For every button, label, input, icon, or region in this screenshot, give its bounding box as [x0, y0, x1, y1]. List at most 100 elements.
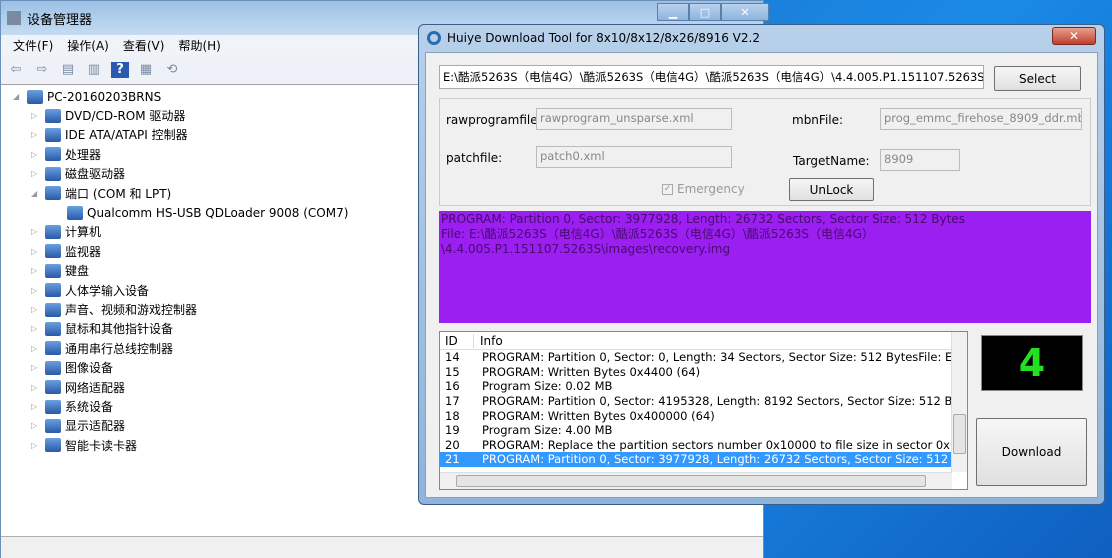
- close-button[interactable]: ✕: [1052, 27, 1096, 45]
- menu-view[interactable]: 查看(V): [123, 37, 165, 54]
- row-id: 14: [445, 350, 460, 365]
- table-row[interactable]: 19 Program Size: 4.00 MB: [440, 423, 952, 438]
- expand-arrow-icon[interactable]: ▷: [31, 111, 41, 120]
- device-category-icon: [45, 224, 61, 239]
- vertical-scrollbar[interactable]: [951, 332, 967, 472]
- expand-arrow-icon[interactable]: ▷: [31, 421, 41, 430]
- view-icon[interactable]: ▦: [137, 62, 155, 78]
- tree-root[interactable]: ◢ PC-20160203BRNS: [13, 87, 161, 106]
- expand-arrow-icon[interactable]: ▷: [31, 227, 41, 236]
- device-category-icon: [45, 302, 61, 317]
- device-category-icon: [45, 108, 61, 123]
- row-info: PROGRAM: Written Bytes 0x400000 (64): [482, 408, 715, 423]
- tree-item-label: 端口 (COM 和 LPT): [65, 186, 172, 201]
- tree-item[interactable]: ▷ 图像设备: [31, 358, 113, 377]
- tree-item[interactable]: ▷ 键盘: [31, 261, 89, 280]
- table-row[interactable]: 14 PROGRAM: Partition 0, Sector: 0, Lengt…: [440, 350, 952, 365]
- scrollbar-thumb[interactable]: [953, 414, 966, 454]
- tree-item[interactable]: ▷ 监视器: [31, 242, 101, 261]
- forward-icon[interactable]: ⇨: [33, 62, 51, 78]
- tree-item[interactable]: ▷ 系统设备: [31, 397, 113, 416]
- expand-arrow-icon[interactable]: ▷: [31, 130, 41, 139]
- tree-item-qualcomm-port[interactable]: Qualcomm HS-USB QDLoader 9008 (COM7): [53, 203, 348, 222]
- close-button[interactable]: ✕: [721, 3, 769, 21]
- tree-item[interactable]: ▷ 人体学输入设备: [31, 281, 149, 300]
- tree-item-label: 声音、视频和游戏控制器: [65, 303, 198, 317]
- expand-arrow-icon[interactable]: ▷: [31, 247, 41, 256]
- table-row[interactable]: 16 Program Size: 0.02 MB: [440, 379, 952, 394]
- tree-item[interactable]: ▷ 通用串行总线控制器: [31, 339, 173, 358]
- tree-item-label: Qualcomm HS-USB QDLoader 9008 (COM7): [87, 205, 349, 220]
- help-icon[interactable]: ?: [111, 61, 129, 78]
- rawprogram-field[interactable]: rawprogram_unsparse.xml: [536, 108, 732, 130]
- tree-item-label: 计算机: [65, 225, 102, 240]
- expand-arrow-icon[interactable]: ▷: [31, 169, 41, 178]
- device-category-icon: [45, 321, 61, 336]
- tree-item[interactable]: ▷ 智能卡读卡器: [31, 436, 137, 455]
- minimize-button[interactable]: ▁: [657, 3, 689, 21]
- path-input[interactable]: E:\酷派5263S（电信4G）\酷派5263S（电信4G）\酷派5263S（电…: [439, 65, 984, 89]
- row-id: 21: [445, 452, 460, 467]
- device-category-icon: [45, 263, 61, 278]
- expand-arrow-icon[interactable]: ▷: [31, 266, 41, 275]
- collapse-arrow-icon[interactable]: ◢: [13, 92, 23, 101]
- expand-arrow-icon[interactable]: ▷: [31, 150, 41, 159]
- expand-arrow-icon[interactable]: ▷: [31, 383, 41, 392]
- table-row[interactable]: 20 PROGRAM: Replace the partition sectors…: [440, 438, 952, 453]
- horizontal-scrollbar[interactable]: [440, 472, 952, 489]
- column-info[interactable]: Info: [474, 334, 503, 348]
- targetname-field[interactable]: 8909: [880, 149, 960, 171]
- expand-arrow-icon[interactable]: ▷: [31, 441, 41, 450]
- export-icon[interactable]: ▥: [85, 62, 103, 78]
- list-header: ID Info: [440, 332, 967, 350]
- row-id: 18: [445, 408, 460, 423]
- table-row[interactable]: 15 PROGRAM: Written Bytes 0x4400 (64): [440, 365, 952, 380]
- tree-item[interactable]: ▷ 显示适配器: [31, 416, 125, 435]
- device-category-icon: [45, 166, 61, 181]
- log-list[interactable]: ID Info 14 PROGRAM: Partition 0, Sector: …: [439, 331, 968, 490]
- table-row[interactable]: 18 PROGRAM: Written Bytes 0x400000 (64): [440, 408, 952, 423]
- tree-item[interactable]: ▷ 处理器: [31, 145, 101, 164]
- tree-item[interactable]: ▷ DVD/CD-ROM 驱动器: [31, 106, 185, 125]
- expand-arrow-icon[interactable]: ▷: [31, 305, 41, 314]
- menu-file[interactable]: 文件(F): [13, 37, 53, 54]
- scan-hardware-icon[interactable]: ⟲: [163, 62, 181, 78]
- expand-arrow-icon[interactable]: ▷: [31, 344, 41, 353]
- device-category-icon: [45, 147, 61, 162]
- device-category-icon: [27, 89, 43, 104]
- expand-arrow-icon[interactable]: ▷: [31, 363, 41, 372]
- emergency-checkbox[interactable]: ✓ Emergency: [662, 182, 745, 196]
- tree-item[interactable]: ▷ 计算机: [31, 222, 101, 241]
- select-button[interactable]: Select: [994, 66, 1081, 91]
- table-row[interactable]: 17 PROGRAM: Partition 0, Sector: 4195328,…: [440, 394, 952, 409]
- tree-item[interactable]: ◢ 端口 (COM 和 LPT): [31, 184, 171, 203]
- scrollbar-thumb[interactable]: [456, 475, 926, 487]
- menu-action[interactable]: 操作(A): [67, 37, 109, 54]
- rawprogram-label: rawprogramfile:: [446, 113, 542, 127]
- status-line: PROGRAM: Partition 0, Sector: 3977928, L…: [441, 212, 965, 226]
- properties-icon[interactable]: ▤: [59, 62, 77, 78]
- tree-item[interactable]: ▷ 鼠标和其他指针设备: [31, 319, 173, 338]
- unlock-button[interactable]: UnLock: [789, 178, 874, 201]
- tool-titlebar[interactable]: Huiye Download Tool for 8x10/8x12/8x26/8…: [419, 25, 1104, 51]
- maximize-button[interactable]: □: [689, 3, 721, 21]
- mbnfile-field[interactable]: prog_emmc_firehose_8909_ddr.mbn: [880, 108, 1082, 130]
- device-category-icon: [67, 205, 83, 220]
- patchfile-field[interactable]: patch0.xml: [536, 146, 732, 168]
- expand-arrow-icon[interactable]: ▷: [31, 402, 41, 411]
- column-id[interactable]: ID: [440, 333, 474, 348]
- download-button[interactable]: Download: [976, 418, 1087, 486]
- tree-item[interactable]: ▷ 网络适配器: [31, 378, 125, 397]
- expand-arrow-icon[interactable]: ▷: [31, 286, 41, 295]
- device-category-icon: [45, 418, 61, 433]
- collapse-arrow-icon[interactable]: ◢: [31, 189, 41, 198]
- menu-help[interactable]: 帮助(H): [178, 37, 220, 54]
- back-icon[interactable]: ⇦: [7, 62, 25, 78]
- table-row[interactable]: 21 PROGRAM: Partition 0, Sector: 3977928,…: [440, 452, 952, 467]
- tree-item[interactable]: ▷ 声音、视频和游戏控制器: [31, 300, 197, 319]
- expand-arrow-icon[interactable]: ▷: [31, 324, 41, 333]
- status-line: \4.4.005.P1.151107.5263S\images\recovery…: [441, 242, 731, 256]
- tree-item[interactable]: ▷ 磁盘驱动器: [31, 164, 125, 183]
- tree-item[interactable]: ▷ IDE ATA/ATAPI 控制器: [31, 125, 188, 144]
- tree-item-label: 键盘: [65, 264, 90, 279]
